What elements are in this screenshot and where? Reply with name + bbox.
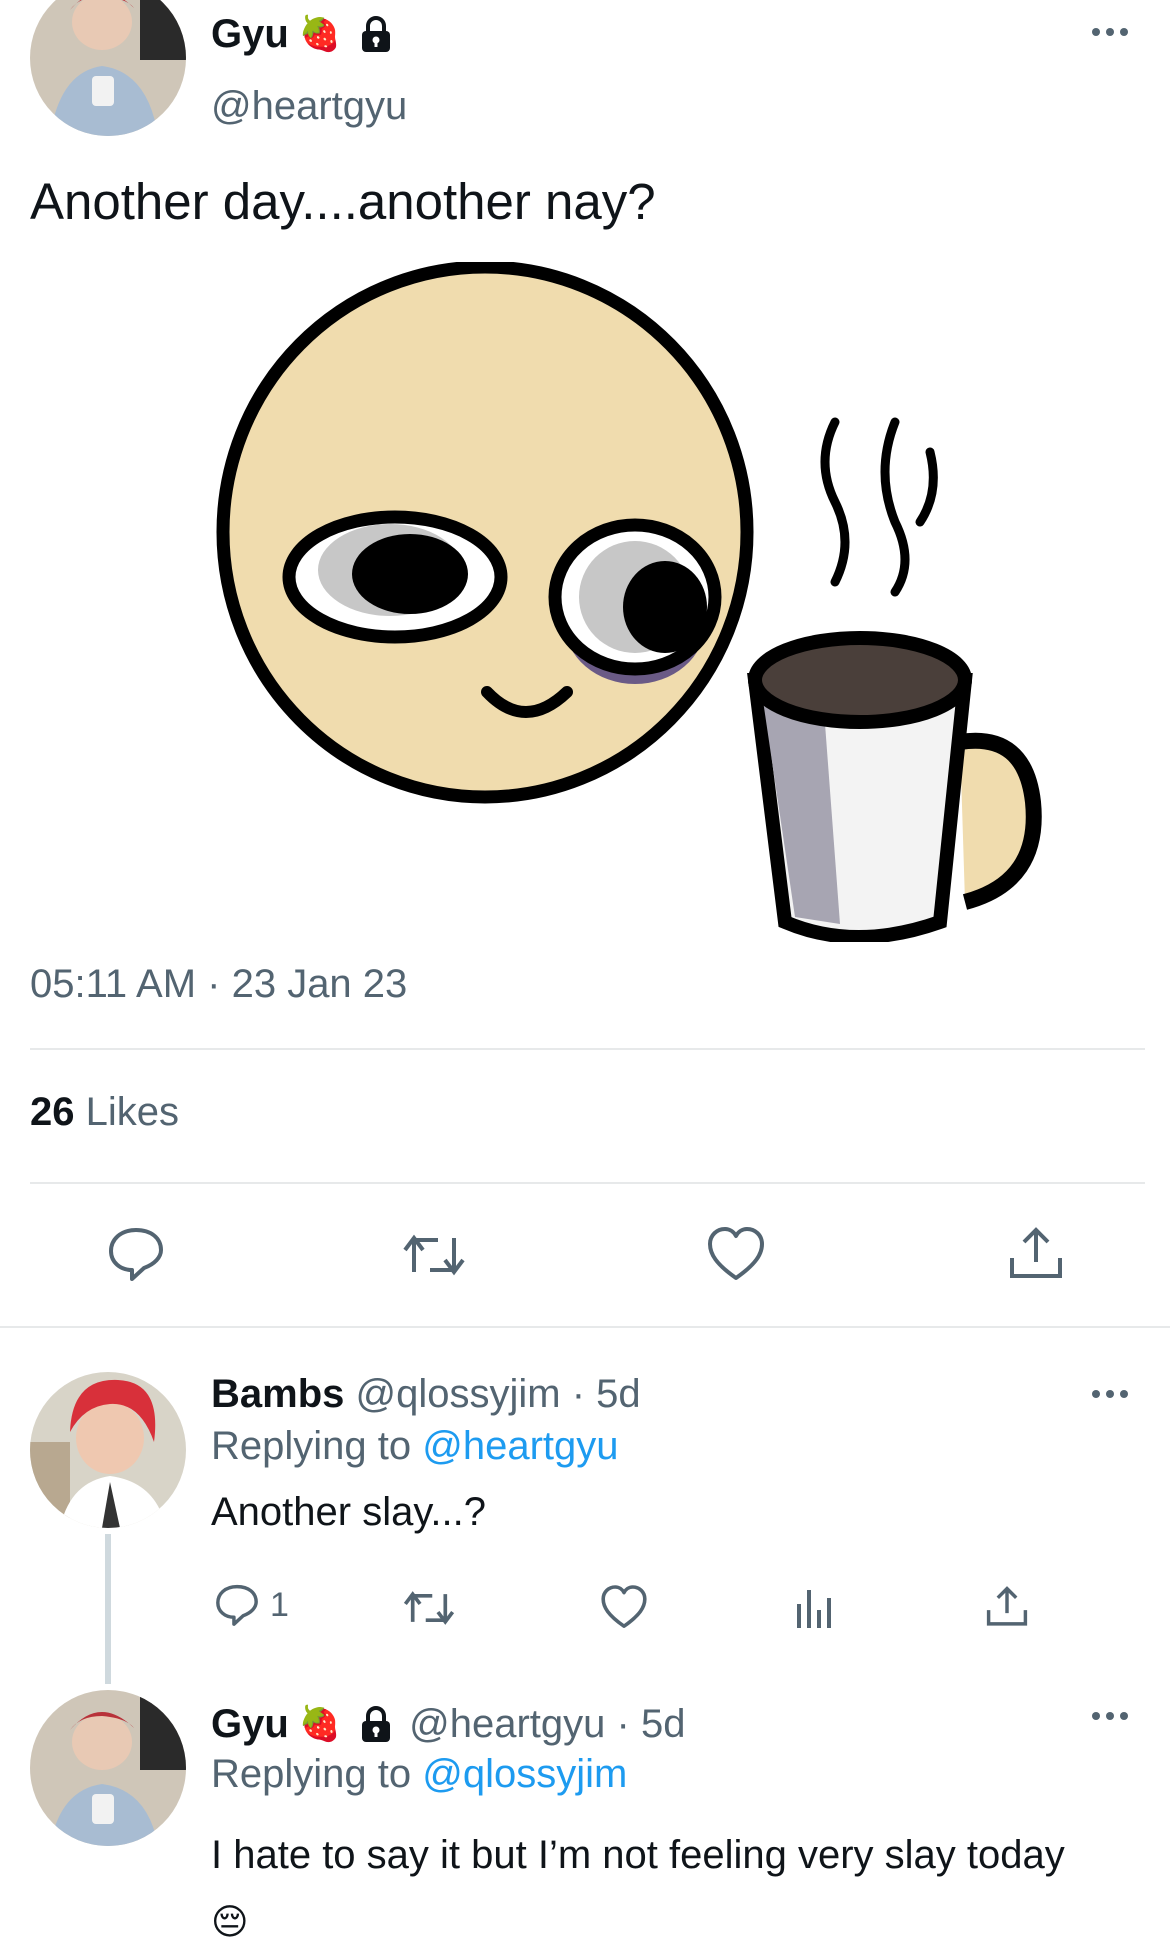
reply-action[interactable]: 1 (214, 1582, 289, 1628)
reply-count: 1 (270, 1585, 289, 1624)
analytics-icon[interactable] (795, 1586, 835, 1630)
share-icon[interactable] (1006, 1224, 1066, 1284)
pensive-emoji: 😔 (211, 1902, 249, 1943)
reply-text-body: I hate to say it but I’m not feeling ver… (211, 1833, 1065, 1877)
reply-icon (214, 1582, 260, 1628)
tweet-timestamp[interactable]: 05:11 AM · 23 Jan 23 (30, 962, 407, 1007)
replying-to-label: Replying to (211, 1752, 412, 1796)
reply-icon[interactable] (106, 1224, 166, 1284)
like-heart-icon[interactable] (706, 1226, 766, 1282)
tweet-media-image[interactable] (195, 260, 1075, 944)
retweet-icon[interactable] (402, 1586, 456, 1630)
share-icon[interactable] (984, 1584, 1030, 1630)
tweet-text: Another day....another nay? (30, 173, 656, 230)
thread-line (105, 1534, 111, 1684)
reply-text: I hate to say it but I’m not feeling ver… (211, 1822, 1111, 1956)
lock-icon (357, 1705, 395, 1743)
replying-to-handle[interactable]: @qlossyjim (422, 1752, 627, 1796)
display-name[interactable]: Gyu (211, 1702, 289, 1747)
handle-time[interactable]: @qlossyjim · 5d (356, 1372, 641, 1416)
divider (30, 1182, 1145, 1184)
likes-stat[interactable]: 26 Likes (30, 1090, 179, 1135)
more-options-icon[interactable] (1092, 1712, 1128, 1720)
strawberry-emoji: 🍓 (298, 1704, 342, 1744)
likes-label: Likes (85, 1090, 180, 1134)
divider (0, 1326, 1170, 1328)
replying-to-label: Replying to (211, 1424, 412, 1468)
divider (30, 1048, 1145, 1050)
avatar[interactable] (30, 1372, 186, 1528)
strawberry-emoji: 🍓 (298, 14, 342, 54)
avatar[interactable] (30, 0, 186, 136)
avatar[interactable] (30, 1690, 186, 1846)
lock-icon (357, 15, 395, 53)
more-options-icon[interactable] (1092, 1390, 1128, 1398)
like-heart-icon[interactable] (600, 1584, 648, 1630)
reply-text: Another slay...? (211, 1490, 486, 1534)
more-options-icon[interactable] (1092, 28, 1128, 36)
handle[interactable]: @heartgyu (211, 84, 407, 129)
display-name[interactable]: Gyu (211, 12, 289, 57)
likes-count: 26 (30, 1090, 75, 1134)
handle-time[interactable]: @heartgyu · 5d (409, 1702, 685, 1747)
display-name[interactable]: Bambs (211, 1372, 344, 1416)
retweet-icon[interactable] (402, 1228, 466, 1282)
replying-to-handle[interactable]: @heartgyu (422, 1424, 618, 1468)
